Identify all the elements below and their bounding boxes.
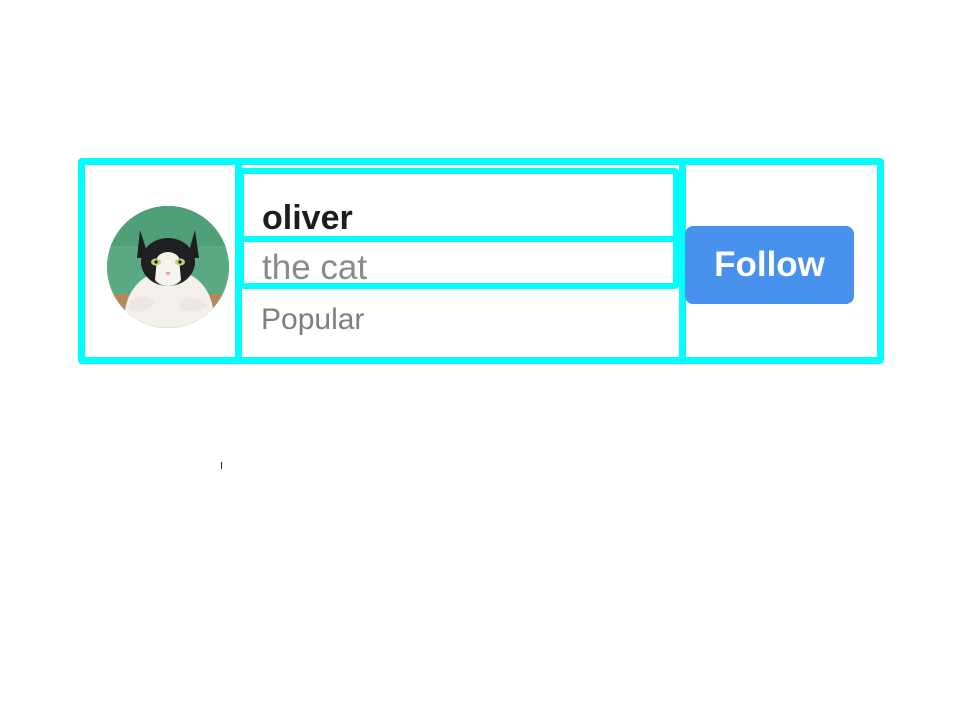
follow-button[interactable]: Follow bbox=[685, 226, 854, 304]
cat-photo-icon bbox=[107, 206, 229, 328]
stray-mark bbox=[221, 462, 222, 469]
avatar bbox=[107, 206, 229, 328]
profile-tag: Popular bbox=[261, 303, 365, 336]
profile-subtitle: the cat bbox=[262, 248, 368, 287]
profile-name: oliver bbox=[262, 199, 353, 237]
